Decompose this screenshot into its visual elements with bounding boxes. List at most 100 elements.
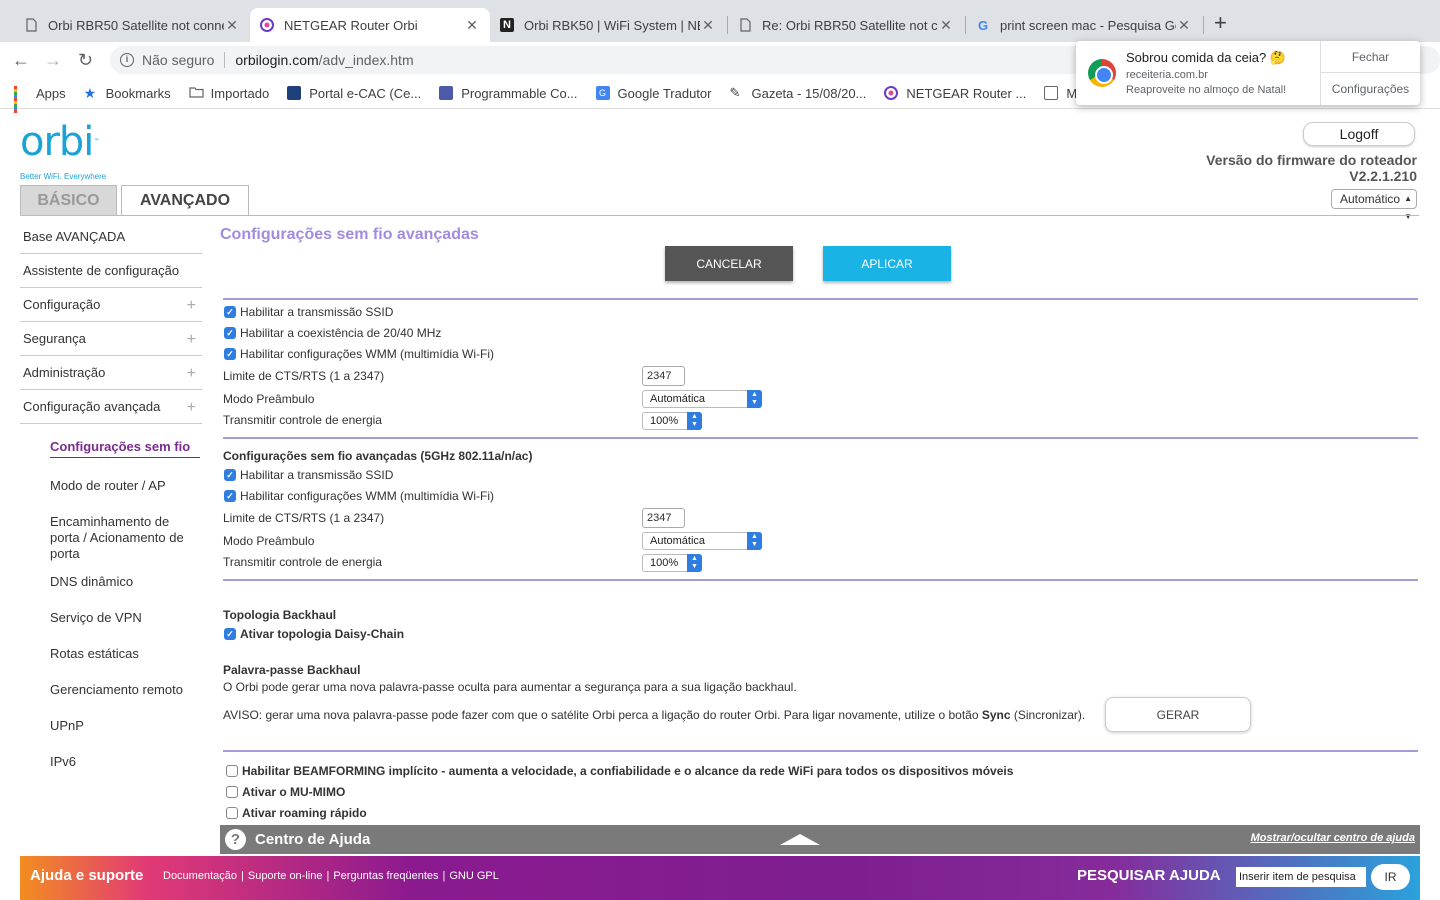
close-icon[interactable]: ✕ [224,17,240,34]
toggle-help-link[interactable]: Mostrar/ocultar centro de ajuda [1251,832,1415,844]
plus-icon[interactable]: + [187,365,196,383]
submenu-vpn-service[interactable]: Serviço de VPN [50,610,200,626]
submenu-port-forwarding[interactable]: Encaminhamento de porta / Acionamento de… [50,514,200,562]
daisy-chain-row[interactable]: Ativar topologia Daisy-Chain [224,627,404,641]
select-value: Automática [650,535,706,547]
bookmark-bookmarks[interactable]: ★ Bookmarks [84,86,171,101]
sidebar-item-admin[interactable]: Administração + [20,356,202,390]
cancel-button[interactable]: CANCELAR [665,246,793,281]
bookmark-apps[interactable]: Apps [14,86,66,113]
submenu-wireless-settings[interactable]: Configurações sem fio [50,439,200,458]
plus-icon[interactable]: + [187,331,196,349]
beamforming-row[interactable]: Habilitar BEAMFORMING implícito - aument… [226,764,1013,778]
sidebar-item-base[interactable]: Base AVANÇADA [20,220,202,254]
notification-title: Sobrou comida da ceia? 🤔 [1126,50,1286,65]
security-label[interactable]: Não seguro [142,52,214,68]
url-path[interactable]: /adv_index.htm [319,52,414,68]
chrome-notification[interactable]: Sobrou comida da ceia? 🤔 receiteria.com.… [1076,41,1420,105]
back-button[interactable]: ← [12,50,30,70]
checkbox-daisy-chain[interactable] [224,628,236,640]
notification-body[interactable]: Sobrou comida da ceia? 🤔 receiteria.com.… [1126,50,1316,99]
checkbox-ssid-broadcast-24[interactable] [224,306,236,318]
preamble-select-5[interactable]: Automática ▲ ▼ [642,532,762,550]
logoff-button[interactable]: Logoff [1303,122,1415,146]
submenu-static-routes[interactable]: Rotas estáticas [50,646,200,662]
ssid-broadcast-24-row[interactable]: Habilitar a transmissão SSID [224,305,393,319]
help-search-input[interactable]: Inserir item de pesquisa [1236,867,1366,887]
submenu-router-ap-mode[interactable]: Modo de router / AP [50,478,200,494]
language-select[interactable]: Automático ▲ ▼ [1331,189,1417,221]
power-select-5[interactable]: 100% ▲ ▼ [642,554,702,572]
submenu-dynamic-dns[interactable]: DNS dinâmico [50,574,200,590]
checkbox-mu-mimo[interactable] [226,786,238,798]
bookmark-netgear[interactable]: NETGEAR Router ... [884,86,1026,101]
cts-input-24[interactable]: 2347 [642,366,685,386]
link-separator: | [442,870,446,882]
sidebar-item-setup[interactable]: Configuração + [20,288,202,322]
wmm-24-row[interactable]: Habilitar configurações WMM (multimídia … [224,347,494,361]
plus-icon[interactable]: + [187,297,196,315]
notification-close-button[interactable]: Fechar [1321,41,1420,73]
link-documentation[interactable]: Documentação [163,870,237,882]
apply-button[interactable]: APLICAR [823,246,951,281]
tab-basic[interactable]: BÁSICO [20,185,117,215]
support-footer: Ajuda e suporte Documentação | Suporte on… [20,856,1420,900]
bookmark-gazeta[interactable]: ✎ Gazeta - 15/08/20... [729,86,866,101]
ssid-broadcast-5-row[interactable]: Habilitar a transmissão SSID [224,468,393,482]
checkbox-fast-roaming[interactable] [226,807,238,819]
notification-settings-button[interactable]: Configurações [1321,73,1420,105]
submenu-upnp[interactable]: UPnP [50,718,200,734]
bookmark-translate[interactable]: G Google Tradutor [595,86,711,101]
preamble-select-24[interactable]: Automática ▲ ▼ [642,390,762,408]
forward-button[interactable]: → [44,50,62,70]
browser-tab-4[interactable]: Re: Orbi RBR50 Satellite not co ✕ [728,8,964,42]
link-faq[interactable]: Perguntas freqüentes [333,870,438,882]
submenu-ipv6[interactable]: IPv6 [50,754,200,770]
checkbox-beamforming[interactable] [226,765,238,777]
bookmark-importado[interactable]: Importado [189,86,269,101]
ecac-icon [287,86,302,100]
browser-tab-2[interactable]: NETGEAR Router Orbi ✕ [250,8,490,42]
help-center-bar[interactable]: ? Centro de Ajuda Mostrar/ocultar centro… [220,825,1420,854]
checkbox-wmm-24[interactable] [224,348,236,360]
link-gnu-gpl[interactable]: GNU GPL [449,870,499,882]
bookmark-programmable[interactable]: Programmable Co... [439,86,578,101]
browser-tab-1[interactable]: Orbi RBR50 Satellite not conne ✕ [14,8,250,42]
new-tab-button[interactable]: + [1214,12,1227,34]
close-icon[interactable]: ✕ [700,17,716,34]
support-label: Ajuda e suporte [30,867,144,884]
close-icon[interactable]: ✕ [938,17,954,34]
wmm-5-row[interactable]: Habilitar configurações WMM (multimídia … [224,489,494,503]
generate-button[interactable]: GERAR [1105,697,1251,732]
reload-button[interactable]: ↻ [78,50,93,70]
tab-advanced[interactable]: AVANÇADO [121,185,249,215]
browser-tab-5[interactable]: G print screen mac - Pesquisa Go ✕ [966,8,1202,42]
sidebar-item-security[interactable]: Segurança + [20,322,202,356]
checkbox-wmm-5[interactable] [224,490,236,502]
url-host[interactable]: orbilogin.com [235,52,318,68]
power-select-24[interactable]: 100% ▲ ▼ [642,412,702,430]
close-icon[interactable]: ✕ [464,17,480,34]
browser-tab-3[interactable]: N Orbi RBK50 | WiFi System | NE ✕ [490,8,726,42]
tab-title: print screen mac - Pesquisa Go [1000,17,1176,33]
link-online-support[interactable]: Suporte on-line [248,870,323,882]
mu-mimo-row[interactable]: Ativar o MU-MIMO [226,785,345,799]
plus-icon[interactable]: + [187,399,196,417]
submenu-remote-management[interactable]: Gerenciamento remoto [50,682,200,698]
apps-grid-icon [14,86,28,113]
sidebar-item-wizard[interactable]: Assistente de configuração [20,254,202,288]
orbi-logo[interactable]: orbi™ Better WiFi. Everywhere [20,122,106,181]
expand-up-icon[interactable] [780,834,820,845]
coexistence-row[interactable]: Habilitar a coexistência de 20/40 MHz [224,326,441,340]
bookmark-ecac[interactable]: Portal e-CAC (Ce... [287,86,421,101]
sidebar-item-advanced-setup[interactable]: Configuração avançada + [20,390,202,424]
bookmark-label: NETGEAR Router ... [906,85,1027,101]
search-go-button[interactable]: IR [1371,864,1410,890]
info-icon[interactable]: i [120,53,134,67]
checkbox-ssid-broadcast-5[interactable] [224,469,236,481]
fast-roaming-row[interactable]: Ativar roaming rápido [226,806,367,820]
close-icon[interactable]: ✕ [1176,17,1192,34]
checkbox-coexistence[interactable] [224,327,236,339]
tab-title: NETGEAR Router Orbi [284,17,418,33]
cts-input-5[interactable]: 2347 [642,508,685,528]
